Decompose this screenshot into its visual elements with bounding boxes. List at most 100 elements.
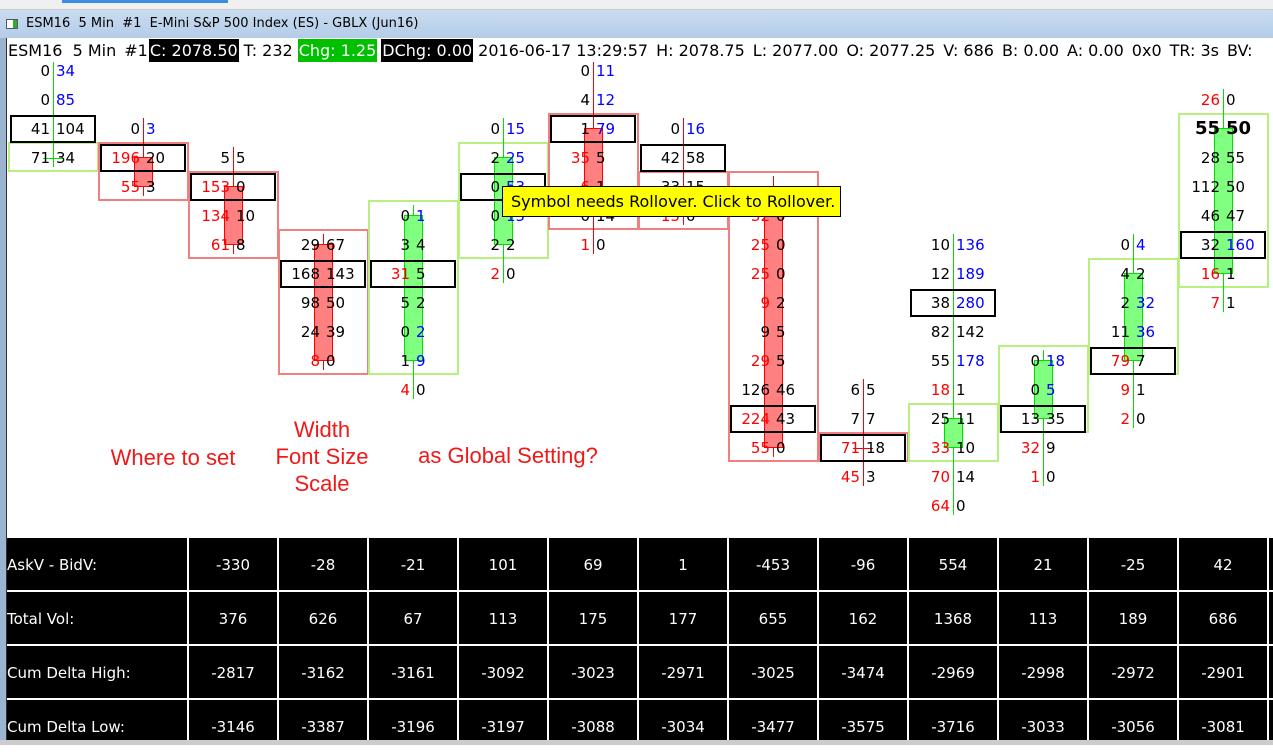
ask-volume: 1 <box>1136 381 1146 399</box>
ask-volume: 5 <box>776 323 786 341</box>
bid-volume: 46 <box>1200 207 1220 225</box>
table-cell: 162 <box>819 592 909 644</box>
volume: V: 686 <box>943 41 994 60</box>
ask-volume: 7 <box>1136 352 1146 370</box>
bid-volume: 0 <box>1030 381 1040 399</box>
ask-volume: 0 <box>776 265 786 283</box>
ask-volume: 2 <box>776 294 786 312</box>
bid-volume: 4 <box>580 91 590 109</box>
bid-volume: 41 <box>30 120 50 138</box>
annotation-where-to-set: Where to set <box>110 445 236 470</box>
ask-volume: 1 <box>1226 265 1236 283</box>
table-cell: 376 <box>189 592 279 644</box>
ask-volume: 47 <box>1226 207 1246 225</box>
bid-volume: 0 <box>40 91 50 109</box>
table-cell: -25 <box>1089 538 1179 590</box>
table-cell: 101 <box>459 538 549 590</box>
row-label: Cum Delta High: <box>7 646 189 698</box>
ask-volume: 9 <box>1046 439 1056 457</box>
table-cell: 175 <box>549 592 639 644</box>
annotation-font-size: Font Size <box>275 444 369 469</box>
chart-window-icon <box>6 19 18 29</box>
bid-volume: 5 <box>220 149 230 167</box>
bid-volume: 12 <box>930 265 950 283</box>
low-price: L: 2077.00 <box>752 41 839 60</box>
bid-volume: 6 <box>850 381 860 399</box>
ask-volume: 39 <box>326 323 346 341</box>
ask-volume: 0 <box>326 352 336 370</box>
ask-volume: 0 <box>1136 410 1146 428</box>
bid-volume: 0 <box>490 207 500 225</box>
bid-volume: 33 <box>930 439 950 457</box>
ask-volume: 143 <box>326 265 355 283</box>
ask-volume: 34 <box>56 62 76 80</box>
high-price: H: 2078.75 <box>656 41 745 60</box>
bid-volume: 25 <box>930 410 950 428</box>
ask-volume: 12 <box>596 91 616 109</box>
table-cell: -2971 <box>639 646 729 698</box>
ask-volume: 5 <box>416 265 426 283</box>
ask-volume: 5 <box>1046 381 1056 399</box>
ask-volume: 2 <box>506 236 516 254</box>
bid-volume: 70 <box>930 468 950 486</box>
bid-volume: 5 <box>400 294 410 312</box>
bar-wick <box>863 379 864 486</box>
table-cell: -453 <box>729 538 819 590</box>
bid-volume: 0 <box>40 62 50 80</box>
table-cell: 655 <box>729 592 819 644</box>
table-cell: -2972 <box>1089 646 1179 698</box>
bid-volume: 13 <box>1020 410 1040 428</box>
bid-volume: 71 <box>30 149 50 167</box>
window-titlebar[interactable]: ESM16 5 Min #1 E-Mini S&P 500 Index (ES)… <box>0 10 1273 38</box>
bid-price: B: 0.00 <box>1001 41 1060 60</box>
table-cell: -3092 <box>459 646 549 698</box>
horizontal-scrollbar[interactable] <box>0 740 1273 745</box>
browser-tab-strip <box>0 0 1273 10</box>
ask-volume: 3 <box>866 468 876 486</box>
ask-volume: 0 <box>236 178 246 196</box>
bid-volume: 25 <box>750 236 770 254</box>
ask-volume: 3 <box>146 120 156 138</box>
datetime: 2016-06-17 13:29:57 <box>478 41 649 60</box>
table-cell: -2817 <box>189 646 279 698</box>
ask-volume: 67 <box>326 236 346 254</box>
bid-volume: 224 <box>741 410 770 428</box>
rollover-tooltip[interactable]: Symbol needs Rollover. Click to Rollover… <box>502 186 841 217</box>
ask-volume: 0 <box>776 439 786 457</box>
table-row: Cum Delta High: -2817 -3162 -3161 -3092 -3023… <box>7 646 1273 700</box>
bid-volume: 4 <box>1120 265 1130 283</box>
annotation-width: Width <box>293 417 351 442</box>
tick-count: T: 232 <box>243 41 293 60</box>
table-row: Cum Delta Low: -3146 -3387 -3196 -3197 -3088-… <box>7 700 1273 754</box>
ask-volume: 14 <box>956 468 976 486</box>
footprint-chart[interactable]: Where to set Width Font Size Scale as Gl… <box>7 62 1273 538</box>
bid-volume: 9 <box>1120 381 1130 399</box>
bid-volume: 26 <box>1200 91 1220 109</box>
bid-volume: 31 <box>390 265 410 283</box>
table-row: Total Vol: 376 626 67 113 175 177 655 162 1368 113… <box>7 592 1273 646</box>
bid-volume: 55 <box>1194 118 1220 139</box>
ask-volume: 160 <box>1226 236 1255 254</box>
bid-volume: 61 <box>210 236 230 254</box>
bid-volume: 2 <box>490 265 500 283</box>
ask-volume: 0 <box>416 381 426 399</box>
ask-volume: 142 <box>956 323 985 341</box>
bid-volume: 10 <box>930 236 950 254</box>
ask-volume: 0 <box>1046 468 1056 486</box>
ask-volume: 46 <box>776 381 796 399</box>
bid-volume: 29 <box>300 236 320 254</box>
bid-volume: 7 <box>850 410 860 428</box>
ask-volume: 50 <box>1226 118 1252 139</box>
ask-volume: 34 <box>56 149 76 167</box>
bid-volume: 134 <box>201 207 230 225</box>
ask-volume: 9 <box>416 352 426 370</box>
bid-volume: 55 <box>750 439 770 457</box>
bid-volume: 8 <box>310 352 320 370</box>
ask-volume: 5 <box>776 352 786 370</box>
time-remaining: TR: 3s <box>1169 41 1220 60</box>
bid-volume: 1 <box>400 352 410 370</box>
bid-volume: 35 <box>570 149 590 167</box>
bid-volume: 11 <box>1110 323 1130 341</box>
bid-volume: 2 <box>490 236 500 254</box>
table-cell: 42 <box>1179 538 1269 590</box>
